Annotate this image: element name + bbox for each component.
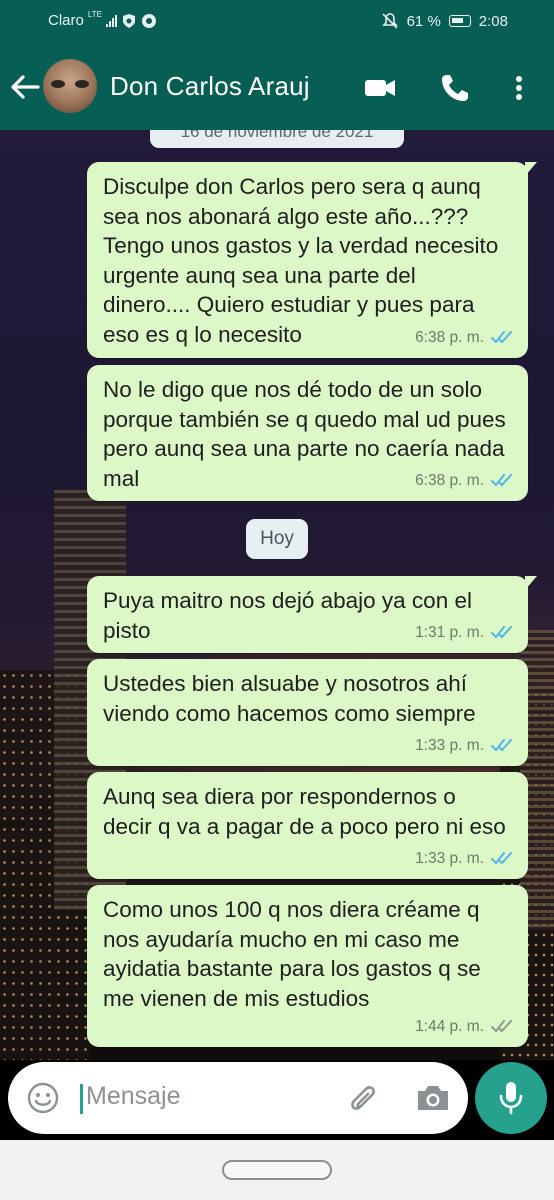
composer: Mensaje bbox=[0, 1060, 554, 1140]
avatar[interactable] bbox=[43, 59, 97, 113]
message-meta: 1:44 p. m. bbox=[415, 1012, 516, 1042]
message-meta: 1:33 p. m. bbox=[415, 844, 516, 874]
shield-icon bbox=[122, 13, 135, 28]
message-time: 1:44 p. m. bbox=[415, 1017, 484, 1035]
status-right: 61 % 2:08 bbox=[381, 12, 508, 30]
home-gesture-bar[interactable] bbox=[222, 1160, 332, 1180]
status-bar: Claro LTE 61 % 2:08 bbox=[0, 0, 554, 44]
back-arrow-icon[interactable] bbox=[8, 70, 42, 104]
message-meta: 6:38 p. m. bbox=[415, 323, 516, 353]
carrier-label: Claro bbox=[48, 12, 84, 29]
message-text: Como unos 100 q nos diera créame q nos a… bbox=[103, 897, 481, 1011]
message-time: 1:33 p. m. bbox=[415, 736, 484, 754]
message-time: 6:38 p. m. bbox=[415, 328, 484, 346]
video-call-icon[interactable] bbox=[362, 70, 398, 106]
chat-area[interactable]: 16 de noviembre de 2021 Disculpe don Car… bbox=[0, 130, 554, 1060]
app-notification-icon bbox=[141, 13, 156, 28]
contact-name[interactable]: Don Carlos Arauj bbox=[110, 71, 310, 102]
mic-button[interactable] bbox=[475, 1062, 547, 1134]
message-meta: 1:33 p. m. bbox=[415, 731, 516, 761]
chat-header: Don Carlos Arauj bbox=[0, 44, 554, 130]
message-meta: 6:38 p. m. bbox=[415, 466, 516, 496]
message-time: 6:38 p. m. bbox=[415, 471, 484, 489]
delivered-ticks-icon bbox=[491, 1020, 512, 1033]
message-meta: 1:31 p. m. bbox=[415, 618, 516, 648]
attach-icon[interactable] bbox=[343, 1079, 381, 1117]
system-navigation-bar bbox=[0, 1140, 554, 1200]
read-ticks-icon bbox=[491, 626, 512, 639]
mic-icon bbox=[499, 1082, 523, 1115]
emoji-icon[interactable] bbox=[26, 1081, 60, 1115]
message-placeholder: Mensaje bbox=[86, 1082, 181, 1110]
message-time: 1:31 p. m. bbox=[415, 623, 484, 641]
battery-percent: 61 % bbox=[406, 12, 441, 30]
read-ticks-icon bbox=[491, 331, 512, 344]
read-ticks-icon bbox=[491, 852, 512, 865]
signal-icon bbox=[105, 14, 117, 27]
today-separator: Hoy bbox=[246, 519, 308, 559]
message-bubble[interactable]: No le digo que nos dé todo de un solo po… bbox=[87, 365, 528, 501]
read-ticks-icon bbox=[491, 739, 512, 752]
camera-icon[interactable] bbox=[415, 1082, 451, 1114]
text-cursor bbox=[80, 1084, 83, 1114]
message-bubble[interactable]: Aunq sea diera por respondernos o decir … bbox=[87, 772, 528, 879]
read-ticks-icon bbox=[491, 474, 512, 487]
message-bubble[interactable]: Ustedes bien alsuabe y nosotros ahí vien… bbox=[87, 659, 528, 766]
message-text: Aunq sea diera por respondernos o decir … bbox=[103, 784, 506, 839]
mute-notifications-icon bbox=[381, 13, 398, 29]
battery-icon bbox=[448, 15, 471, 27]
status-left: Claro LTE bbox=[48, 10, 157, 29]
phone-icon[interactable] bbox=[437, 70, 473, 106]
more-options-icon[interactable] bbox=[501, 70, 537, 106]
message-text: Ustedes bien alsuabe y nosotros ahí vien… bbox=[103, 671, 476, 726]
clock: 2:08 bbox=[478, 12, 508, 30]
network-type: LTE bbox=[87, 10, 102, 19]
date-separator: 16 de noviembre de 2021 bbox=[150, 130, 404, 148]
message-bubble[interactable]: Como unos 100 q nos diera créame q nos a… bbox=[87, 885, 528, 1047]
message-bubble[interactable]: Puya maitro nos dejó abajo ya con el pis… bbox=[87, 576, 537, 653]
message-input[interactable]: Mensaje bbox=[8, 1062, 468, 1134]
message-time: 1:33 p. m. bbox=[415, 849, 484, 867]
message-bubble[interactable]: Disculpe don Carlos pero sera q aunq sea… bbox=[87, 162, 537, 358]
